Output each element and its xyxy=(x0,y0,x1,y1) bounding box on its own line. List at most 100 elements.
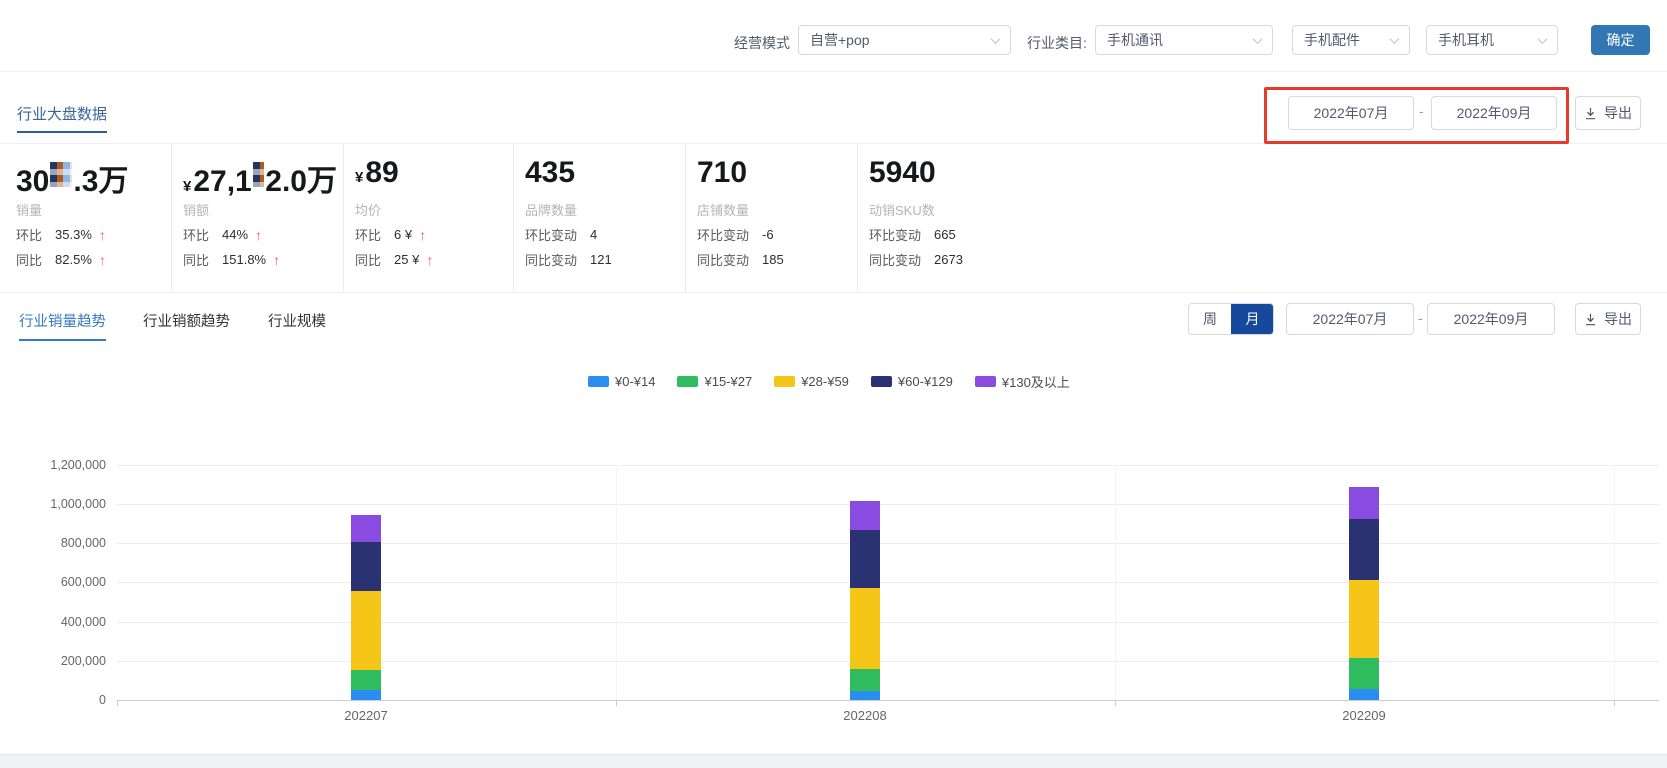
gridline xyxy=(117,621,1659,623)
kpi-metric-row: 同比变动 2673 xyxy=(869,250,1661,269)
kpi-metric-row: 同比变动 185 xyxy=(697,250,851,269)
overview-date-start-input[interactable]: 2022年07月 xyxy=(1288,96,1414,130)
industry-category-label: 行业类目: xyxy=(1027,35,1087,51)
legend-label: ¥60-¥129 xyxy=(897,374,953,389)
kpi-metric-key: 同比 xyxy=(16,253,43,268)
y-axis-tick-label: 1,000,000 xyxy=(50,497,106,511)
chevron-down-icon xyxy=(1537,33,1548,44)
period-month-button[interactable]: 月 xyxy=(1231,304,1273,334)
kpi-metric-row: 同比 151.8% ↑ xyxy=(183,250,337,269)
kpi-metric-key: 环比 xyxy=(355,228,382,243)
kpi-metric-value: 35.3% xyxy=(55,227,92,242)
export-label: 导出 xyxy=(1604,105,1632,121)
kpi-metric-value: 665 xyxy=(934,227,956,242)
bar-segment-¥0-¥14 xyxy=(850,691,880,700)
gridline xyxy=(117,543,1659,545)
kpi-value: 710 xyxy=(697,156,851,192)
up-arrow-icon: ↑ xyxy=(98,226,106,243)
legend-item-¥0-¥14[interactable]: ¥0-¥14 xyxy=(588,374,655,389)
legend-item-¥15-¥27[interactable]: ¥15-¥27 xyxy=(677,374,752,389)
kpi-metric-row: 同比 25 ¥ ↑ xyxy=(355,250,507,269)
legend-item-¥130及以上[interactable]: ¥130及以上 xyxy=(974,372,1070,391)
bar-segment-¥130及以上 xyxy=(850,501,880,531)
kpi-metric-value: 82.5% xyxy=(55,252,92,267)
chevron-down-icon xyxy=(990,33,1001,44)
kpi-value: 5940 xyxy=(869,156,1661,192)
period-toggle: 周 月 xyxy=(1188,303,1274,335)
y-axis-tick-label: 800,000 xyxy=(60,536,106,551)
kpi-metric-value: 44% xyxy=(222,227,249,242)
up-arrow-icon: ↑ xyxy=(255,226,263,243)
kpi-value-text: 435 xyxy=(525,156,576,189)
tab-industry-scale[interactable]: 行业规模 xyxy=(268,310,326,331)
trend-export-button[interactable]: 导出 xyxy=(1575,303,1641,335)
legend-item-¥28-¥59[interactable]: ¥28-¥59 xyxy=(774,374,849,389)
kpi-metric-row: 环比 35.3% ↑ xyxy=(16,225,165,244)
business-mode-select[interactable]: 自营+pop xyxy=(798,25,1011,55)
gridline xyxy=(117,582,1659,584)
legend-label: ¥130及以上 xyxy=(1001,375,1070,390)
gridline xyxy=(117,464,1659,466)
bar-column-202209 xyxy=(1349,487,1379,700)
kpi-label: 销量 xyxy=(16,203,43,218)
currency-symbol: ¥ xyxy=(355,169,364,186)
legend-label: ¥0-¥14 xyxy=(615,374,656,389)
legend-swatch xyxy=(588,376,609,387)
kpi-value-text: .3万 xyxy=(73,165,129,198)
kpi-value: ¥27,1 2.0万 xyxy=(183,156,337,198)
kpi-metric-key: 环比变动 xyxy=(525,228,578,243)
x-split-line xyxy=(1115,464,1116,700)
category-select-3-value: 手机耳机 xyxy=(1438,32,1494,48)
trend-date-start-input[interactable]: 2022年07月 xyxy=(1286,303,1414,335)
kpi-metric-key: 环比 xyxy=(183,228,210,243)
legend-item-¥60-¥129[interactable]: ¥60-¥129 xyxy=(870,374,953,389)
confirm-button[interactable]: 确定 xyxy=(1591,25,1650,55)
y-axis-tick-label: 600,000 xyxy=(60,575,106,590)
kpi-metric-row: 同比变动 121 xyxy=(525,250,679,269)
kpi-value-text: 89 xyxy=(365,156,399,189)
bar-segment-¥28-¥59 xyxy=(850,588,880,669)
bar-column-202207 xyxy=(351,514,381,700)
category-select-2[interactable]: 手机配件 xyxy=(1292,25,1410,55)
legend-swatch xyxy=(974,376,996,387)
category-select-1-value: 手机通讯 xyxy=(1107,32,1163,48)
kpi-metric-value: 185 xyxy=(762,252,784,267)
period-week-button[interactable]: 周 xyxy=(1189,304,1231,334)
x-axis-tick xyxy=(616,701,617,706)
dashboard-page: 经营模式 自营+pop 行业类目: 手机通讯 手机配件 手机耳机 确定 行业大盘… xyxy=(0,0,1667,768)
overview-date-end-input[interactable]: 2022年09月 xyxy=(1431,96,1557,130)
kpi-metric-row: 环比变动 4 xyxy=(525,225,679,244)
overview-title-tab[interactable]: 行业大盘数据 xyxy=(17,103,108,133)
y-axis-tick-label: 0 xyxy=(99,693,106,707)
bar-segment-¥15-¥27 xyxy=(850,668,880,692)
bar-segment-¥130及以上 xyxy=(351,514,381,543)
category-select-3[interactable]: 手机耳机 xyxy=(1426,25,1558,55)
kpi-value-text: 2.0万 xyxy=(265,165,337,198)
tab-industry-sales-volume-trend[interactable]: 行业销量趋势 xyxy=(19,310,106,341)
kpi-metric-value: -6 xyxy=(762,227,774,242)
x-axis-label: 202209 xyxy=(1342,708,1386,723)
y-axis-tick-label: 1,200,000 xyxy=(50,457,106,472)
x-split-line xyxy=(1614,464,1615,700)
kpi-metric-key: 同比变动 xyxy=(697,253,750,268)
bar-segment-¥0-¥14 xyxy=(351,690,381,700)
gridline xyxy=(117,660,1659,662)
kpi-value-text: 710 xyxy=(697,156,748,189)
date-range-separator: - xyxy=(1419,103,1424,119)
overview-export-button[interactable]: 导出 xyxy=(1575,96,1641,130)
kpi-card-sales-volume: 30 .3万 销量 环比 35.3% ↑ 同比 82.5% ↑ xyxy=(0,144,172,292)
category-select-1[interactable]: 手机通讯 xyxy=(1095,25,1273,55)
kpi-metric-row: 环比变动 665 xyxy=(869,225,1661,244)
tab-industry-sales-amount-trend[interactable]: 行业销额趋势 xyxy=(143,310,230,331)
chart-legend: ¥0-¥14 ¥15-¥27 ¥28-¥59 ¥60-¥129 ¥130及以上 xyxy=(588,372,1070,391)
kpi-metric-key: 环比变动 xyxy=(869,228,922,243)
kpi-metric-key: 同比变动 xyxy=(869,253,922,268)
kpi-value-text: 30 xyxy=(16,165,50,198)
kpi-metric-value: 4 xyxy=(590,227,598,242)
kpi-metric-row: 环比 6 ¥ ↑ xyxy=(355,225,507,244)
y-axis-tick-label: 400,000 xyxy=(60,614,106,629)
gridline xyxy=(117,504,1659,505)
trend-date-end-input[interactable]: 2022年09月 xyxy=(1427,303,1555,335)
chevron-down-icon xyxy=(1389,33,1400,44)
kpi-label: 动销SKU数 xyxy=(869,203,935,218)
